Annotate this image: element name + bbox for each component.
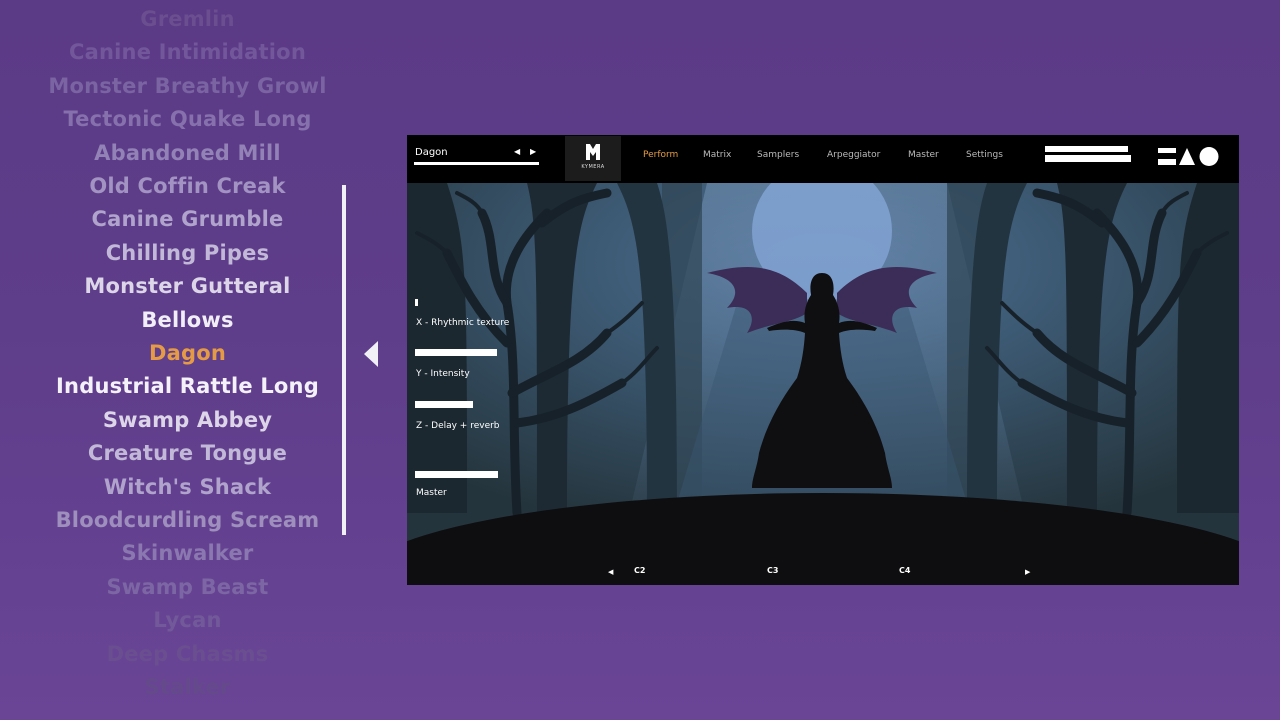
macro-slider-1[interactable] [415,349,497,356]
kymera-logo-icon [586,144,600,160]
preset-list-item[interactable]: Creature Tongue [0,438,375,468]
preset-list-item[interactable]: Canine Intimidation [0,37,375,67]
preset-list-item[interactable]: Monster Breathy Growl [0,71,375,101]
tab-perform[interactable]: Perform [643,150,678,160]
preset-list-item[interactable]: Skinwalker [0,538,375,568]
tab-matrix[interactable]: Matrix [703,150,731,160]
macro-label: X - Rhythmic texture [416,318,510,328]
octave-up-icon[interactable]: ▶ [1025,568,1030,576]
tab-samplers[interactable]: Samplers [757,150,799,160]
gothic-scene-artwork [407,161,1239,585]
preset-list: Gremlin Canine Intimidation Monster Breath… [0,0,375,720]
preset-list-item[interactable]: Lycan [0,605,375,635]
chevron-left-icon[interactable]: ◀ [514,147,520,156]
plugin-top-bar: Dagon ◀ ▶ KYMERA Perform Matrix Samplers Ar… [407,135,1239,183]
logo-text: KYMERA [581,164,605,170]
preset-selector-underline [414,162,539,165]
octave-label: C3 [767,566,779,575]
macro-label: Y - Intensity [416,369,470,379]
performance-xy-pad[interactable]: X - Rhythmic texture Y - Intensity Z - Del… [407,161,1239,585]
selected-preset-pointer-icon [364,341,378,367]
macro-label: Z - Delay + reverb [416,421,500,431]
preset-list-item[interactable]: Swamp Beast [0,572,375,602]
preset-list-item[interactable]: Industrial Rattle Long [0,371,375,401]
preset-list-item[interactable]: Canine Grumble [0,204,375,234]
preset-list-item[interactable]: Dagon [0,338,375,368]
preset-list-item[interactable]: Bellows [0,305,375,335]
chevron-right-icon[interactable]: ▶ [530,147,536,156]
preset-list-item[interactable]: Stalker [0,672,375,702]
preset-list-item[interactable]: Old Coffin Creak [0,171,375,201]
preset-name-display[interactable]: Dagon [415,147,448,158]
preset-list-item[interactable]: Abandoned Mill [0,138,375,168]
tab-arpeggiator[interactable]: Arpeggiator [827,150,880,160]
preset-list-item[interactable]: Gremlin [0,4,375,34]
kymera-logo: KYMERA [565,136,621,181]
octave-down-icon[interactable]: ◀ [608,568,613,576]
preset-list-item[interactable]: Swamp Abbey [0,405,375,435]
macro-label: Master [416,488,447,498]
octave-label: C2 [634,566,646,575]
preset-list-item[interactable]: Tectonic Quake Long [0,104,375,134]
macro-slider-3[interactable] [415,471,498,478]
preset-list-item[interactable]: Monster Gutteral [0,271,375,301]
preset-list-item[interactable]: Chilling Pipes [0,238,375,268]
preset-list-scrollbar[interactable] [342,185,346,535]
preset-list-item[interactable]: Bloodcurdling Scream [0,505,375,535]
macro-slider-2[interactable] [415,401,473,408]
square-triangle-circle-icon [1158,147,1219,166]
tab-master[interactable]: Master [908,150,939,160]
kymera-plugin-window: Dagon ◀ ▶ KYMERA Perform Matrix Samplers Ar… [407,135,1239,585]
tab-settings[interactable]: Settings [966,150,1003,160]
macro-slider-0[interactable] [415,299,418,306]
preset-list-item[interactable]: Witch's Shack [0,472,375,502]
octave-label: C4 [899,566,911,575]
preset-list-item[interactable]: Deep Chasms [0,639,375,669]
